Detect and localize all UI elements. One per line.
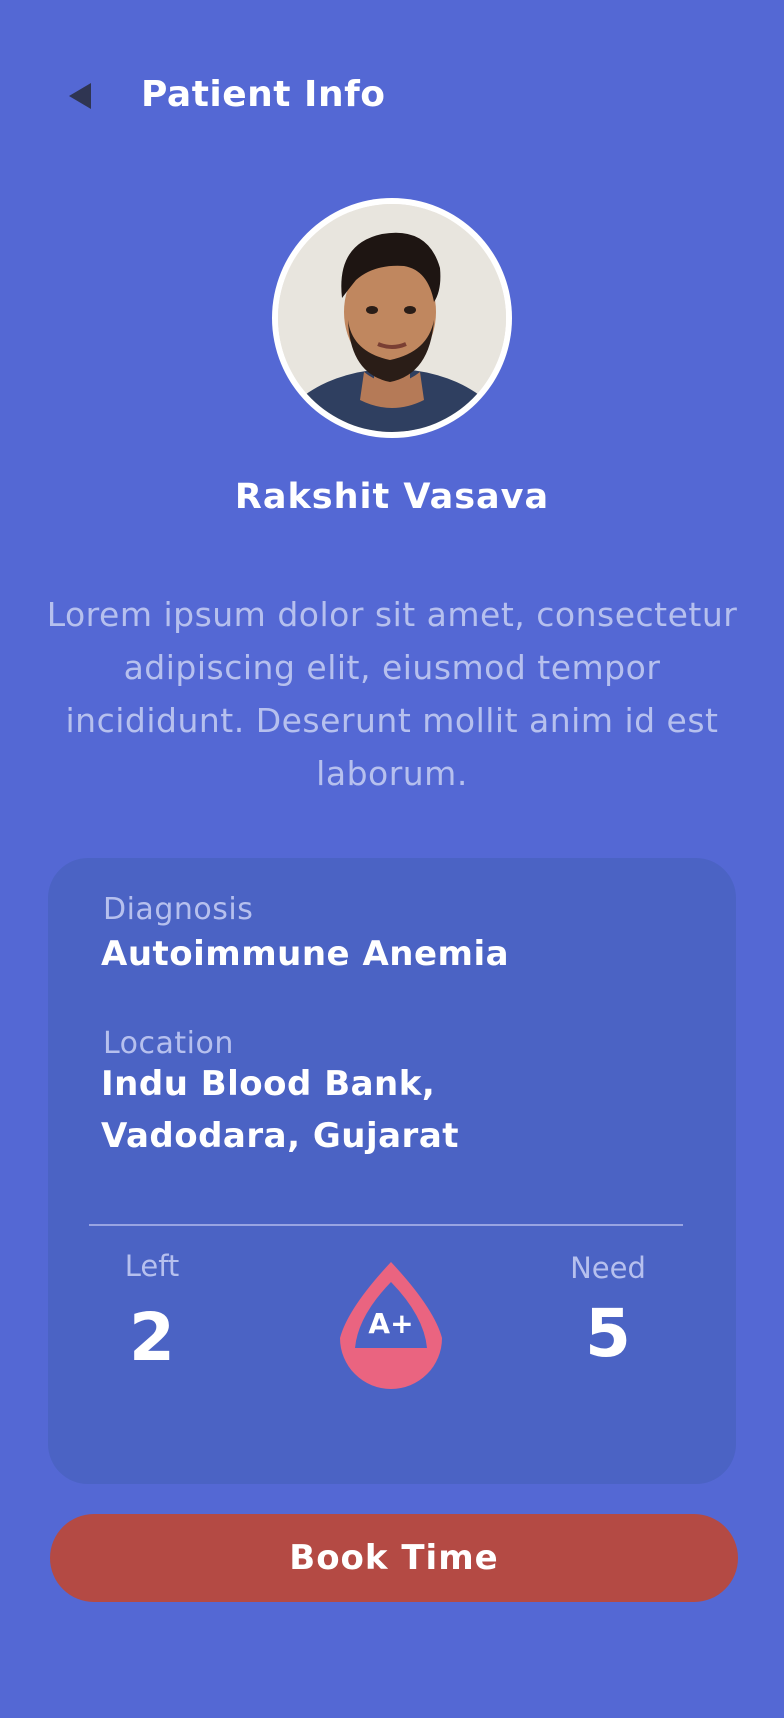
- book-time-button[interactable]: Book Time: [50, 1514, 738, 1602]
- app-header: Patient Info: [0, 68, 784, 124]
- diagnosis-value: Autoimmune Anemia: [101, 934, 510, 974]
- person-portrait-icon: [278, 204, 506, 432]
- left-count: 2: [129, 1299, 175, 1376]
- blood-type-label: A+: [368, 1307, 414, 1340]
- need-count: 5: [585, 1295, 631, 1372]
- diagnosis-label: Diagnosis: [103, 892, 254, 927]
- need-label: Need: [570, 1251, 646, 1285]
- patient-description: Lorem ipsum dolor sit amet, consectetur …: [46, 595, 738, 793]
- left-label: Left: [124, 1249, 180, 1283]
- back-button[interactable]: [62, 78, 98, 114]
- location-line-2: Vadodara, Gujarat: [101, 1116, 460, 1156]
- page-title: Patient Info: [141, 74, 386, 115]
- location-line-1: Indu Blood Bank,: [101, 1064, 436, 1104]
- back-triangle-icon: [69, 83, 91, 109]
- patient-info-card: Diagnosis Autoimmune Anemia Location Ind…: [48, 858, 736, 1484]
- patient-photo: [278, 204, 506, 432]
- patient-name: Rakshit Vasava: [234, 477, 550, 517]
- card-divider: [89, 1224, 683, 1226]
- avatar: [272, 198, 512, 438]
